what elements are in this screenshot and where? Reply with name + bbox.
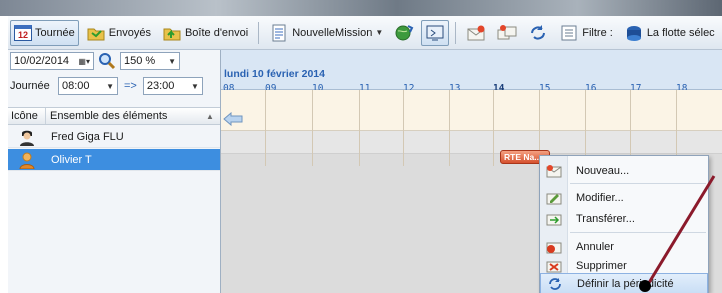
menu-item-transferer[interactable]: Transférer...	[540, 208, 708, 229]
resource-name: Fred Giga FLU	[51, 130, 124, 143]
toolbar-separator	[258, 21, 260, 44]
hour-gridline	[449, 90, 450, 166]
nouvelle-mission-label: NouvelleMission	[292, 26, 373, 39]
calendar-dropdown-icon[interactable]: ▦▾	[78, 57, 90, 66]
fleet-icon	[626, 25, 641, 41]
menu-item-label: Transférer...	[576, 212, 635, 225]
column-header-elements[interactable]: Ensemble des éléments	[46, 108, 206, 125]
envelope-icon	[467, 25, 485, 40]
tournee-label: Tournée	[35, 26, 75, 39]
menu-item-label: Définir la périodicité	[577, 277, 674, 290]
delete-icon	[546, 261, 562, 272]
map-icon	[395, 24, 414, 40]
end-time-select[interactable]: 23:00 ▼	[142, 77, 203, 95]
menu-item-label: Supprimer	[576, 259, 627, 272]
date-picker[interactable]: 10/02/2014 ▦▾	[10, 52, 94, 70]
chevron-down-icon: ▼	[168, 56, 176, 66]
mail-stack-icon	[497, 24, 517, 39]
context-menu: Nouveau... Modifier... Transférer... Ann…	[539, 155, 709, 293]
resource-row-olivier[interactable]: Olivier T	[8, 149, 220, 171]
left-panel: 10/02/2014 ▦▾ 150 % ▼ Journée 08:00 ▼ =>…	[8, 50, 221, 293]
filter-button[interactable]: Filtre :	[555, 20, 617, 46]
outbox-folder-icon	[163, 28, 181, 40]
hour-gridline	[265, 90, 266, 166]
range-arrow: =>	[124, 80, 137, 92]
zoom-value: 150 %	[124, 55, 156, 67]
tournee-button[interactable]: 12 Tournée	[10, 19, 79, 46]
date-zoom-row: 10/02/2014 ▦▾ 150 % ▼	[10, 52, 180, 70]
map-button[interactable]	[390, 20, 418, 46]
menu-item-annuler[interactable]: Annuler	[540, 236, 708, 257]
journee-label: Journée	[10, 80, 50, 92]
new-appointment-icon	[546, 164, 562, 177]
edit-icon	[546, 193, 562, 204]
chevron-down-icon: ▼	[375, 28, 384, 37]
date-value: 10/02/2014	[14, 55, 70, 67]
schedule-row-fred[interactable]	[221, 108, 722, 131]
hour-gridline	[312, 90, 313, 166]
hour-gridline	[359, 90, 360, 166]
filter-label: Filtre :	[582, 26, 613, 39]
menu-item-nouveau[interactable]: Nouveau...	[540, 160, 708, 181]
zoom-magnifier-icon	[99, 53, 116, 70]
schedule-row-olivier[interactable]	[221, 131, 722, 154]
user-avatar-icon	[8, 151, 46, 169]
sent-folder-icon	[87, 28, 105, 40]
filter-list-icon	[561, 25, 577, 40]
envoyes-label: Envoyés	[108, 26, 151, 39]
chevron-down-icon: ▼	[190, 81, 199, 91]
calendar-icon: 12	[14, 24, 32, 41]
window-title-strip	[0, 0, 722, 16]
recurrence-icon	[549, 277, 561, 290]
menu-item-modifier[interactable]: Modifier...	[540, 187, 708, 208]
screen-icon	[426, 25, 444, 40]
nouvelle-mission-button[interactable]: NouvelleMission ▼	[265, 20, 387, 46]
hour-gridline	[493, 90, 494, 166]
toolbar-separator-2	[455, 21, 457, 44]
start-time-value: 08:00	[62, 80, 90, 92]
sync-icon	[531, 24, 546, 40]
transfer-icon	[546, 214, 562, 225]
envoyes-button[interactable]: Envoyés	[82, 20, 155, 46]
start-time-select[interactable]: 08:00 ▼	[58, 77, 118, 95]
driver-avatar-icon	[8, 128, 46, 146]
end-time-value: 23:00	[146, 80, 175, 92]
menu-separator	[570, 183, 706, 184]
resource-grid-header: Icône Ensemble des éléments ▲	[8, 107, 220, 125]
earlier-items-arrow-icon[interactable]	[223, 112, 243, 126]
resource-row-fred[interactable]: Fred Giga FLU	[8, 126, 220, 148]
day-title: lundi 10 février 2014	[224, 68, 325, 80]
cancel-icon	[546, 242, 562, 253]
menu-item-label: Modifier...	[576, 191, 624, 204]
time-range-row: Journée 08:00 ▼ => 23:00 ▼	[10, 77, 203, 95]
resource-name: Olivier T	[51, 153, 92, 166]
schedule-header: lundi 10 février 2014 08 09 10 11 12 13 …	[221, 50, 722, 94]
menu-item-definir-periodicite[interactable]: Définir la périodicité	[540, 273, 708, 293]
sync-button[interactable]	[524, 20, 552, 46]
document-icon	[272, 24, 286, 41]
screen-view-button[interactable]	[421, 19, 450, 46]
mail-actions-button[interactable]	[493, 20, 521, 46]
menu-separator	[570, 232, 706, 233]
fleet-label: La flotte sélec	[646, 26, 715, 39]
column-header-icone[interactable]: Icône	[8, 108, 46, 124]
boite-envoi-label: Boîte d'envoi	[184, 26, 249, 39]
send-receive-button[interactable]	[462, 20, 490, 46]
menu-item-label: Nouveau...	[576, 164, 630, 177]
menu-item-label: Annuler	[576, 240, 614, 253]
fleet-selector[interactable]: La flotte sélec	[620, 20, 719, 46]
hour-gridline	[403, 90, 404, 166]
chevron-down-icon: ▼	[106, 81, 114, 91]
boite-envoi-button[interactable]: Boîte d'envoi	[158, 20, 252, 46]
sort-up-icon: ▲	[206, 111, 214, 121]
main-toolbar: 12 Tournée Envoyés Boîte d'envoi Nouvell…	[8, 16, 722, 50]
zoom-select[interactable]: 150 % ▼	[120, 52, 180, 70]
